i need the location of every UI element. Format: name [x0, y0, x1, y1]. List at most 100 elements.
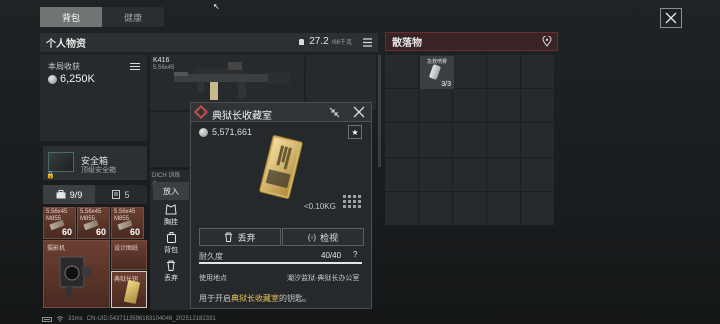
income-label: 本局收获 [48, 62, 80, 71]
popup-title: 典狱长收藏室 [212, 111, 272, 122]
income-amount: 6,250K [60, 73, 95, 85]
item-weight: <0.10KG [304, 202, 336, 211]
favorite-button[interactable]: ★ [348, 125, 362, 139]
loot-cell[interactable] [385, 191, 418, 225]
top-tabs: 背包 健康 [40, 7, 167, 27]
blueprint-item-label: 设计图纸 [114, 246, 139, 252]
ammo-slot[interactable]: 5.56x45 M855 60 [111, 207, 144, 239]
personal-panel-header: 个人物资 27.2 /66千克 [40, 33, 378, 52]
loot-cell[interactable] [487, 157, 520, 191]
shrink-icon[interactable] [329, 107, 340, 118]
desc-suffix: 的钥匙。 [279, 294, 311, 303]
weight-unit: /66千克 [331, 40, 352, 46]
tab-health[interactable]: 健康 [102, 7, 164, 27]
ammo-slot[interactable]: 5.56x45 M855 60 [77, 207, 110, 239]
close-icon [665, 12, 677, 24]
briefcase-icon [56, 190, 66, 199]
inspect-button[interactable]: (◦) 检视 [282, 228, 364, 246]
loot-cell[interactable] [385, 89, 418, 123]
loot-cell[interactable] [521, 157, 554, 191]
loot-cell[interactable] [487, 89, 520, 123]
loot-cell[interactable] [419, 123, 452, 157]
tab-pouch-secondary[interactable]: 5 [95, 185, 147, 204]
location-pin-icon[interactable] [542, 36, 552, 47]
loot-panel-title: 散落物 [392, 38, 422, 49]
tab-backpack[interactable]: 背包 [40, 7, 102, 27]
loot-cell[interactable] [419, 157, 452, 191]
status-bar: 31ms CN-UID:5437113596183104046_20251218… [42, 316, 216, 322]
income-value: 6,250K [48, 73, 95, 85]
loot-cell[interactable] [453, 123, 486, 157]
camera-item-slot[interactable]: 摄影机 [43, 240, 110, 308]
move-to-vest-label: 胸挂 [164, 218, 178, 226]
loot-cell[interactable] [487, 191, 520, 225]
discard-button-label: 丢弃 [237, 232, 256, 243]
loot-cell[interactable] [521, 191, 554, 225]
spray-can-icon [428, 64, 442, 80]
item-description: 用于开启典狱长收藏室的钥匙。 [199, 293, 311, 304]
lock-icon: 🔒 [46, 172, 55, 179]
keycard-icon [123, 279, 141, 305]
safe-box-icon [48, 152, 74, 172]
use-location-label: 使用地点 [199, 275, 227, 282]
item-detail-popup: 典狱长收藏室 5,571,661 ★ <0.10KG 丢弃 (◦) 检视 耐久度… [190, 102, 372, 309]
loot-item-count: 3/3 [441, 81, 451, 88]
loot-cell[interactable] [385, 55, 418, 89]
loot-cell[interactable] [521, 55, 554, 89]
loot-cell[interactable] [487, 123, 520, 157]
weight-value: 27.2 [309, 36, 329, 47]
income-list-icon[interactable] [130, 62, 140, 71]
notebook-icon [112, 190, 121, 199]
help-icon[interactable]: ? [353, 250, 357, 259]
ammo-count: 60 [129, 227, 140, 237]
tab-pouch-main[interactable]: 9/9 [43, 185, 95, 204]
move-to-vest-button[interactable]: 胸挂 [153, 201, 189, 229]
put-in-button[interactable]: 放入 [153, 182, 189, 200]
action-menu: 放入 胸挂 背包 丢弃 [153, 182, 189, 308]
discard-label-side: 丢弃 [164, 274, 178, 282]
vest-icon [165, 203, 177, 214]
popup-close-icon[interactable] [353, 106, 365, 118]
move-to-backpack-button[interactable]: 背包 [153, 229, 189, 257]
close-button[interactable] [660, 8, 682, 28]
list-view-icon[interactable] [362, 37, 373, 48]
warden-key-item-slot[interactable]: 典狱长钥 [111, 271, 147, 308]
battery-icon [42, 316, 52, 322]
coin-icon [48, 74, 57, 84]
item-price-value: 5,571,661 [212, 127, 253, 137]
coin-icon [199, 127, 208, 137]
helmet-slot[interactable] [150, 112, 190, 167]
loot-cell[interactable] [419, 191, 452, 225]
weapon-name: K416 [153, 57, 170, 64]
rifle-icon [174, 62, 290, 100]
loot-cell[interactable] [521, 123, 554, 157]
loot-cell[interactable] [521, 89, 554, 123]
loot-cell[interactable] [419, 89, 452, 123]
keycard-icon [259, 135, 303, 199]
loot-cell[interactable] [453, 191, 486, 225]
durability-bar-fill [199, 262, 362, 264]
scrollbar[interactable] [378, 55, 381, 167]
loot-cell[interactable] [385, 123, 418, 157]
trash-icon [225, 232, 233, 242]
loot-item-first-aid-spray[interactable]: 急救喷雾 3/3 [420, 56, 454, 89]
use-location-value: 潮汐监狱·典狱长办公室 [287, 275, 360, 282]
grid-size-icon [343, 195, 361, 208]
discard-button-side[interactable]: 丢弃 [153, 257, 189, 285]
loot-cell[interactable] [453, 157, 486, 191]
popup-header: 典狱长收藏室 [191, 103, 371, 122]
loot-item-label: 急救喷雾 [426, 59, 447, 65]
camera-icon [59, 256, 92, 297]
wifi-icon [56, 316, 64, 322]
user-uid: CN-UID:5437113596183104046_202512182331 [86, 316, 216, 322]
discard-button[interactable]: 丢弃 [199, 228, 281, 246]
loot-cell[interactable] [453, 89, 486, 123]
mouse-cursor: ↖ [213, 2, 220, 11]
loot-grid [385, 55, 554, 225]
item-price: 5,571,661 [199, 127, 252, 137]
loot-cell[interactable] [385, 157, 418, 191]
loot-cell[interactable] [487, 55, 520, 89]
loot-cell[interactable] [453, 55, 486, 89]
blueprint-item-slot[interactable]: 设计图纸 [111, 240, 147, 270]
ammo-slot[interactable]: 5.56x45 M855 60 [43, 207, 76, 239]
